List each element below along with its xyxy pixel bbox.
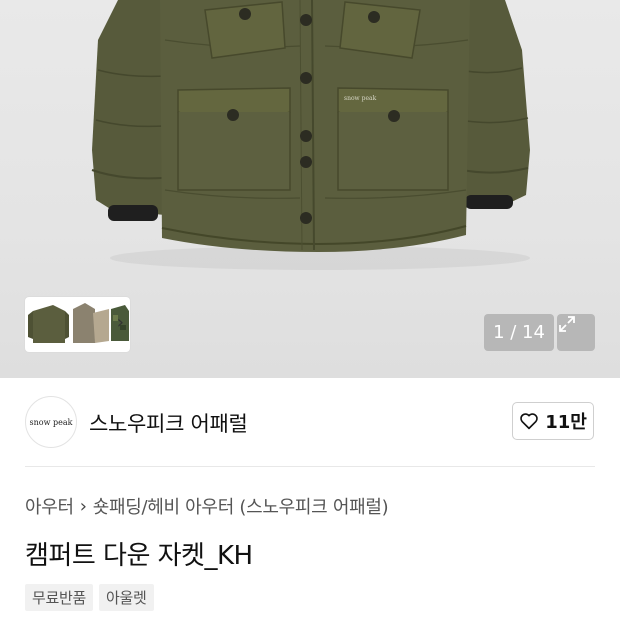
breadcrumb-level2[interactable]: 숏패딩/헤비 아우터 (스노우피크 어패럴) xyxy=(93,493,389,519)
brand-logo[interactable]: snow peak xyxy=(25,396,77,448)
heart-icon xyxy=(520,413,538,430)
brand-name[interactable]: 스노우피크 어패럴 xyxy=(89,408,248,438)
like-count: 11만 xyxy=(545,412,587,433)
thumbnail-beige[interactable] xyxy=(73,303,109,343)
thumbnail-strip[interactable]: › xyxy=(25,297,130,352)
breadcrumb-level1[interactable]: 아우터 xyxy=(25,493,74,519)
brand-logo-text: snow peak xyxy=(29,417,73,427)
image-counter: 1 / 14 xyxy=(484,314,554,351)
divider xyxy=(25,466,595,467)
chevron-right-icon[interactable]: › xyxy=(117,314,124,332)
brand-row: snow peak 스노우피크 어패럴 11만 xyxy=(0,378,620,466)
tag-outlet: 아울렛 xyxy=(99,584,154,611)
like-button[interactable]: 11만 xyxy=(512,402,594,440)
product-image-gallery[interactable]: snow peak › 1 / 14 xyxy=(0,0,620,378)
expand-icon xyxy=(559,316,575,332)
product-tags: 무료반품 아울렛 xyxy=(25,584,154,611)
jacket-logo: snow peak xyxy=(344,95,377,102)
thumbnail-khaki[interactable] xyxy=(28,305,69,343)
product-title: 캠퍼트 다운 자켓_KH xyxy=(25,541,253,571)
expand-button[interactable] xyxy=(557,314,595,351)
chevron-right-icon: › xyxy=(79,495,87,517)
tag-free-return: 무료반품 xyxy=(25,584,94,611)
breadcrumb: 아우터 › 숏패딩/헤비 아우터 (스노우피크 어패럴) xyxy=(25,493,389,519)
